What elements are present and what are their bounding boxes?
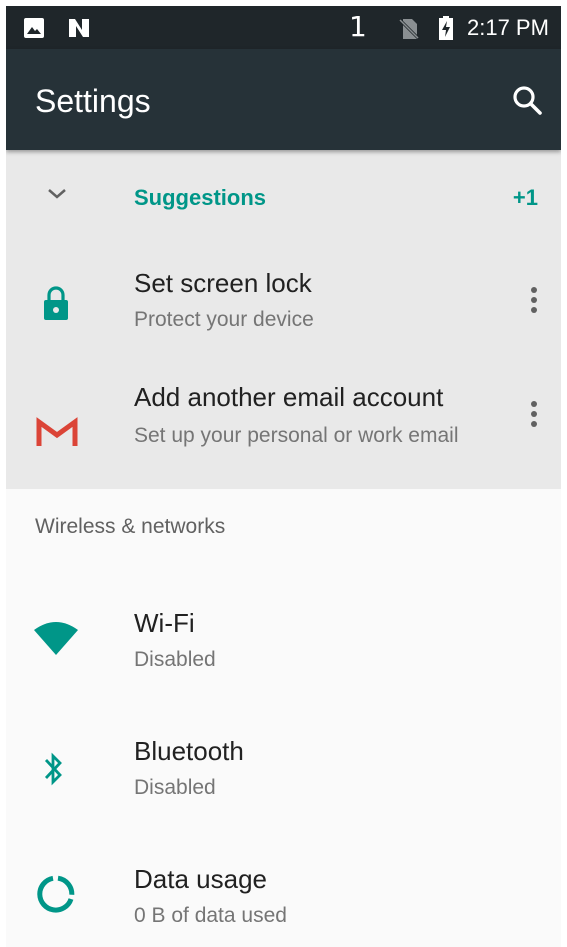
suggestions-card: Suggestions +1 Set screen lock Protect y… [6,150,561,489]
setting-title: Bluetooth [134,736,244,766]
image-icon [24,18,44,38]
more-vert-icon [531,401,537,427]
setting-subtitle: Disabled [134,648,216,671]
suggestion-subtitle: Set up your personal or work email [134,424,459,447]
setting-subtitle: Disabled [134,776,216,799]
suggestions-header[interactable]: Suggestions +1 [6,150,561,246]
suggestion-title: Set screen lock [134,268,312,298]
data-usage-icon [37,875,75,913]
n-icon [69,19,89,37]
suggestion-add-email-account[interactable]: Add another email account Set up your pe… [6,362,561,489]
setting-title: Data usage [134,864,267,894]
bluetooth-icon [44,752,62,786]
settings-item-bluetooth[interactable]: Bluetooth Disabled [6,714,561,842]
search-button[interactable] [506,79,550,123]
more-vert-icon [531,287,537,313]
setting-title: Wi-Fi [134,608,195,638]
overflow-menu-button[interactable] [520,280,548,324]
suggestion-subtitle: Protect your device [134,308,314,331]
search-icon [513,86,542,115]
settings-item-data-usage[interactable]: Data usage 0 B of data used [6,842,561,947]
settings-screen: 1 2:17 PM Settings Suggestions +1 Set sc… [6,6,561,947]
settings-item-wifi[interactable]: Wi-Fi Disabled [6,586,561,714]
wifi-icon [34,622,78,655]
overflow-menu-button[interactable] [520,394,548,438]
section-header-wireless: Wireless & networks [35,515,226,538]
status-bar: 1 2:17 PM [6,6,561,49]
page-title: Settings [35,83,151,119]
status-time: 2:17 PM [467,15,549,40]
suggestion-set-screen-lock[interactable]: Set screen lock Protect your device [6,246,561,362]
no-sim-icon [399,18,419,40]
setting-subtitle: 0 B of data used [134,904,287,927]
suggestion-title: Add another email account [134,382,444,412]
suggestions-title: Suggestions [134,185,267,210]
lock-icon [44,286,68,320]
sim-slot-number: 1 [349,10,367,43]
app-bar: Settings [6,49,561,150]
chevron-down-icon [48,189,66,199]
battery-charging-icon [439,16,453,40]
gmail-icon [36,417,78,446]
suggestions-count: +1 [512,185,538,210]
